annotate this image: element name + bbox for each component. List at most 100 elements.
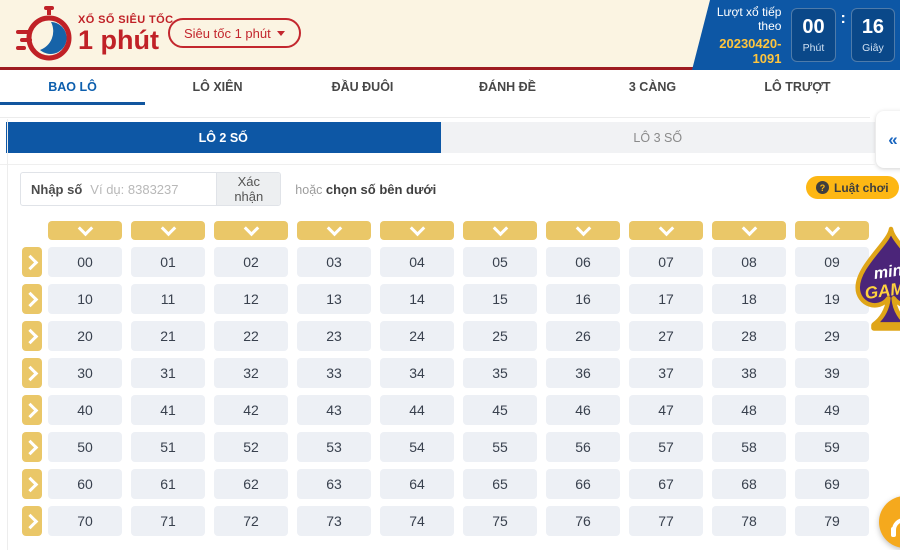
row-select-button-2[interactable] — [22, 321, 42, 351]
number-cell-38[interactable]: 38 — [712, 358, 786, 388]
column-select-button-4[interactable] — [380, 221, 454, 240]
column-select-button-0[interactable] — [48, 221, 122, 240]
column-select-button-1[interactable] — [131, 221, 205, 240]
number-cell-46[interactable]: 46 — [546, 395, 620, 425]
number-cell-61[interactable]: 61 — [131, 469, 205, 499]
number-cell-72[interactable]: 72 — [214, 506, 288, 536]
tab-lo-xien[interactable]: LÔ XIÊN — [145, 70, 290, 103]
number-cell-08[interactable]: 08 — [712, 247, 786, 277]
number-cell-20[interactable]: 20 — [48, 321, 122, 351]
number-cell-78[interactable]: 78 — [712, 506, 786, 536]
tab-danh-de[interactable]: ĐÁNH ĐỀ — [435, 70, 580, 103]
number-cell-68[interactable]: 68 — [712, 469, 786, 499]
number-cell-37[interactable]: 37 — [629, 358, 703, 388]
row-select-button-5[interactable] — [22, 432, 42, 462]
row-select-button-1[interactable] — [22, 284, 42, 314]
number-cell-02[interactable]: 02 — [214, 247, 288, 277]
row-select-button-6[interactable] — [22, 469, 42, 499]
number-cell-51[interactable]: 51 — [131, 432, 205, 462]
number-cell-26[interactable]: 26 — [546, 321, 620, 351]
column-select-button-3[interactable] — [297, 221, 371, 240]
number-cell-30[interactable]: 30 — [48, 358, 122, 388]
number-cell-14[interactable]: 14 — [380, 284, 454, 314]
number-cell-69[interactable]: 69 — [795, 469, 869, 499]
number-cell-49[interactable]: 49 — [795, 395, 869, 425]
number-cell-47[interactable]: 47 — [629, 395, 703, 425]
number-cell-67[interactable]: 67 — [629, 469, 703, 499]
number-cell-53[interactable]: 53 — [297, 432, 371, 462]
number-cell-58[interactable]: 58 — [712, 432, 786, 462]
number-input[interactable] — [82, 173, 216, 205]
number-cell-45[interactable]: 45 — [463, 395, 537, 425]
number-cell-18[interactable]: 18 — [712, 284, 786, 314]
number-cell-77[interactable]: 77 — [629, 506, 703, 536]
number-cell-31[interactable]: 31 — [131, 358, 205, 388]
number-cell-27[interactable]: 27 — [629, 321, 703, 351]
column-select-button-6[interactable] — [546, 221, 620, 240]
column-select-button-2[interactable] — [214, 221, 288, 240]
tab-bao-lo[interactable]: BAO LÔ — [0, 70, 145, 103]
number-cell-43[interactable]: 43 — [297, 395, 371, 425]
collapse-panel-button[interactable]: « — [876, 111, 900, 168]
number-cell-21[interactable]: 21 — [131, 321, 205, 351]
tab-dau-duoi[interactable]: ĐẦU ĐUÔI — [290, 70, 435, 103]
number-cell-17[interactable]: 17 — [629, 284, 703, 314]
column-select-button-5[interactable] — [463, 221, 537, 240]
row-select-button-4[interactable] — [22, 395, 42, 425]
number-cell-63[interactable]: 63 — [297, 469, 371, 499]
number-cell-23[interactable]: 23 — [297, 321, 371, 351]
number-cell-48[interactable]: 48 — [712, 395, 786, 425]
number-cell-65[interactable]: 65 — [463, 469, 537, 499]
number-cell-12[interactable]: 12 — [214, 284, 288, 314]
number-cell-00[interactable]: 00 — [48, 247, 122, 277]
tab-3-cang[interactable]: 3 CÀNG — [580, 70, 725, 103]
number-cell-41[interactable]: 41 — [131, 395, 205, 425]
number-cell-01[interactable]: 01 — [131, 247, 205, 277]
mini-game-badge[interactable]: mini GAME — [846, 222, 900, 344]
lottery-variant-dropdown[interactable]: Siêu tốc 1 phút — [168, 18, 301, 48]
column-select-button-7[interactable] — [629, 221, 703, 240]
number-cell-76[interactable]: 76 — [546, 506, 620, 536]
number-cell-06[interactable]: 06 — [546, 247, 620, 277]
number-cell-10[interactable]: 10 — [48, 284, 122, 314]
number-cell-75[interactable]: 75 — [463, 506, 537, 536]
number-cell-70[interactable]: 70 — [48, 506, 122, 536]
number-cell-73[interactable]: 73 — [297, 506, 371, 536]
number-cell-57[interactable]: 57 — [629, 432, 703, 462]
number-cell-50[interactable]: 50 — [48, 432, 122, 462]
number-cell-52[interactable]: 52 — [214, 432, 288, 462]
number-cell-59[interactable]: 59 — [795, 432, 869, 462]
number-cell-55[interactable]: 55 — [463, 432, 537, 462]
support-button[interactable] — [879, 496, 900, 548]
number-cell-60[interactable]: 60 — [48, 469, 122, 499]
number-cell-34[interactable]: 34 — [380, 358, 454, 388]
number-cell-44[interactable]: 44 — [380, 395, 454, 425]
rules-button[interactable]: ? Luật chơi — [806, 176, 899, 199]
number-cell-71[interactable]: 71 — [131, 506, 205, 536]
number-cell-13[interactable]: 13 — [297, 284, 371, 314]
number-cell-64[interactable]: 64 — [380, 469, 454, 499]
number-cell-35[interactable]: 35 — [463, 358, 537, 388]
number-cell-28[interactable]: 28 — [712, 321, 786, 351]
number-cell-04[interactable]: 04 — [380, 247, 454, 277]
number-cell-79[interactable]: 79 — [795, 506, 869, 536]
number-cell-74[interactable]: 74 — [380, 506, 454, 536]
number-cell-25[interactable]: 25 — [463, 321, 537, 351]
number-cell-54[interactable]: 54 — [380, 432, 454, 462]
subtab-lo-3-so[interactable]: LÔ 3 SỐ — [441, 122, 876, 153]
number-cell-56[interactable]: 56 — [546, 432, 620, 462]
number-cell-36[interactable]: 36 — [546, 358, 620, 388]
number-cell-22[interactable]: 22 — [214, 321, 288, 351]
number-cell-16[interactable]: 16 — [546, 284, 620, 314]
row-select-button-7[interactable] — [22, 506, 42, 536]
column-select-button-8[interactable] — [712, 221, 786, 240]
number-cell-07[interactable]: 07 — [629, 247, 703, 277]
row-select-button-3[interactable] — [22, 358, 42, 388]
number-cell-40[interactable]: 40 — [48, 395, 122, 425]
number-cell-11[interactable]: 11 — [131, 284, 205, 314]
number-cell-62[interactable]: 62 — [214, 469, 288, 499]
subtab-lo-2-so[interactable]: LÔ 2 SỐ — [6, 122, 441, 153]
number-cell-03[interactable]: 03 — [297, 247, 371, 277]
confirm-button[interactable]: Xác nhận — [216, 173, 280, 205]
number-cell-66[interactable]: 66 — [546, 469, 620, 499]
